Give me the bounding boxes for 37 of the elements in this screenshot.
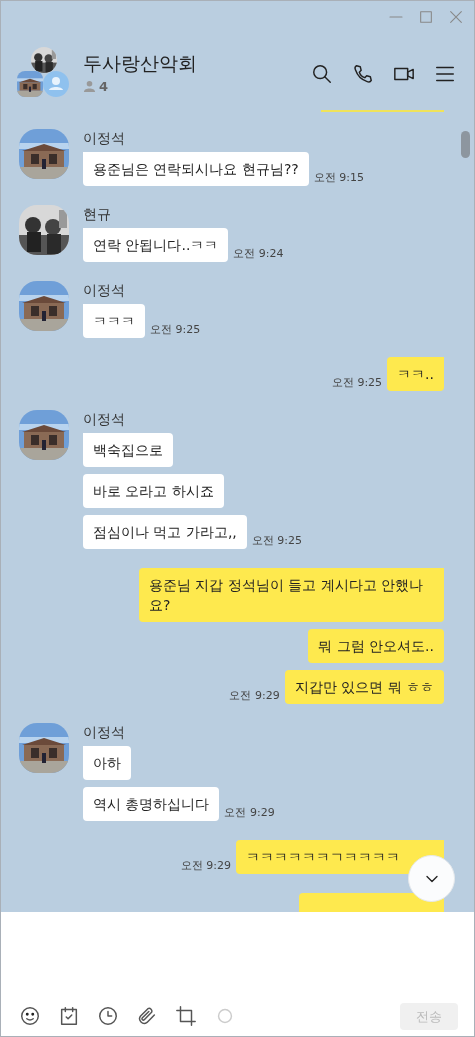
message-bubble: ㅋㅋㅋ bbox=[83, 304, 145, 338]
emoji-icon[interactable] bbox=[19, 1005, 41, 1028]
message-bubble: ㅋㅋ.. bbox=[387, 357, 444, 391]
message-time: 오전 9:29 bbox=[224, 804, 275, 821]
search-icon[interactable] bbox=[311, 63, 333, 85]
message-time: 오전 9:15 bbox=[313, 169, 364, 186]
crop-icon[interactable] bbox=[175, 1005, 197, 1028]
message-time: 오전 9:25 bbox=[150, 321, 201, 338]
message-time: 오전 9:25 bbox=[331, 374, 383, 391]
message-bubble: 역시 총명하십니다 bbox=[83, 787, 220, 821]
avatar-icon bbox=[43, 71, 69, 97]
calendar-icon[interactable] bbox=[58, 1005, 80, 1028]
chat-title: 두사랑산악회 bbox=[83, 51, 197, 76]
sender-name: 이정석 bbox=[83, 723, 126, 741]
member-count: 4 bbox=[99, 78, 109, 96]
sender-name: 이정석 bbox=[83, 410, 126, 428]
message-bubble: 백숙집으로 bbox=[83, 433, 173, 467]
message-bubble: 용준님 지갑 정석님이 들고 계시다고 안했나요? bbox=[139, 568, 444, 622]
message-time: 오전 9:29 bbox=[180, 857, 231, 874]
sender-name: 이정석 bbox=[83, 281, 126, 299]
sender-name: 이정석 bbox=[83, 129, 126, 147]
message-time: 오전 9:25 bbox=[251, 532, 302, 549]
message-time: 오전 9:29 bbox=[229, 687, 280, 704]
phone-icon[interactable] bbox=[352, 63, 374, 85]
message-bubble: 뭐 그럼 안오셔도.. bbox=[308, 629, 444, 663]
message-bubble: 아하 bbox=[83, 746, 131, 780]
message-bubble: ㅋㅋㅋㅋㅋㅋㄱㅋㅋㅋㅋ bbox=[236, 840, 444, 874]
scrollbar-thumb[interactable] bbox=[461, 131, 470, 158]
sender-name: 현규 bbox=[83, 205, 112, 223]
message-bubble: 용준님은 연락되시나요 현규님?? bbox=[83, 152, 309, 186]
message-bubble: 점심이나 먹고 가라고,, bbox=[83, 515, 247, 549]
message-bubble: 연락 안됩니다..ㅋㅋ bbox=[83, 228, 229, 262]
message-bubble: 바로 오라고 하시죠 bbox=[83, 474, 224, 508]
message-time: 오전 9:24 bbox=[233, 245, 284, 262]
clock-icon[interactable] bbox=[97, 1005, 119, 1028]
person-icon bbox=[83, 80, 96, 94]
message-bubble: 지갑만 있으면 뭐 ㅎㅎ bbox=[284, 670, 444, 704]
